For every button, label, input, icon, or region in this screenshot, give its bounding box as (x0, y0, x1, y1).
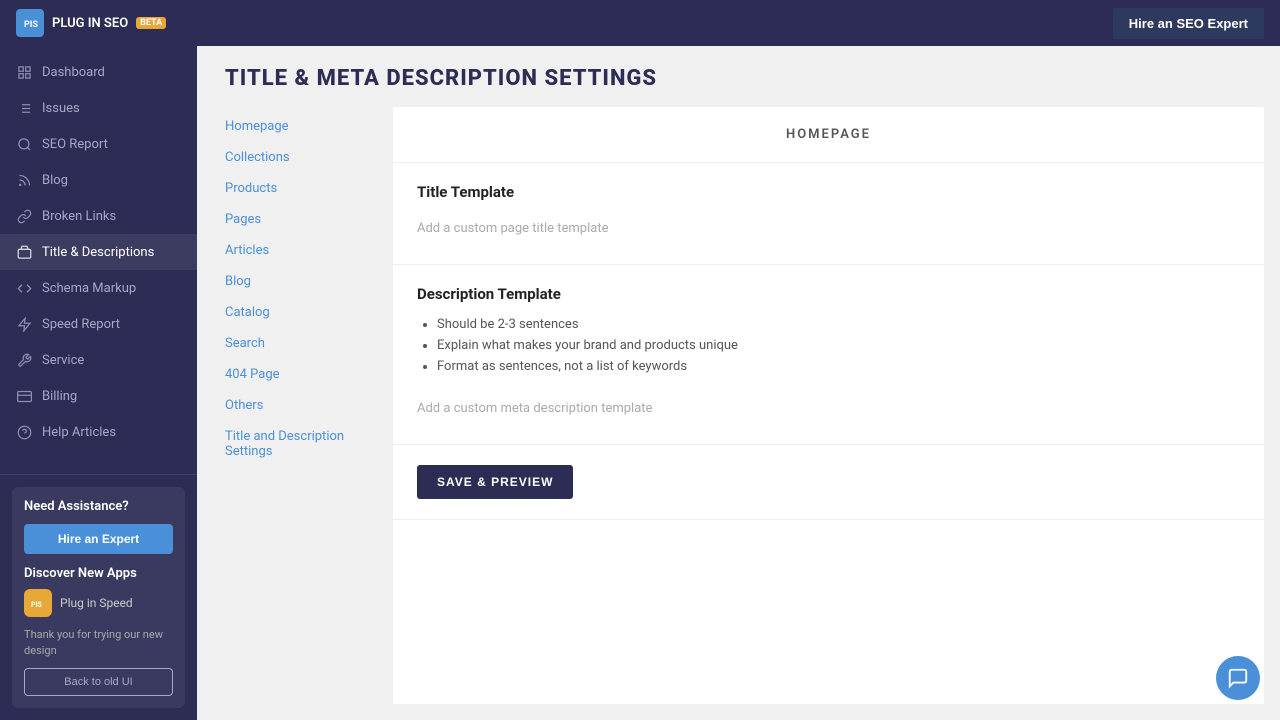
page-title: TITLE & META DESCRIPTION SETTINGS (225, 66, 1252, 91)
logo-text: PLUG IN SEO (52, 16, 128, 31)
assistance-title: Need Assistance? (24, 499, 173, 514)
sub-nav-products[interactable]: Products (213, 173, 393, 204)
description-bullet-2: Explain what makes your brand and produc… (437, 336, 1240, 357)
sidebar-item-label-help-articles: Help Articles (42, 425, 116, 440)
sidebar-item-label-speed-report: Speed Report (42, 317, 120, 332)
sidebar-item-label-broken-links: Broken Links (42, 209, 116, 224)
sidebar-bottom: Need Assistance? Hire an Expert Discover… (0, 474, 197, 720)
sidebar-item-label-seo-report: SEO Report (42, 137, 108, 152)
sidebar-nav: Dashboard Issues SEO R (0, 46, 197, 474)
save-preview-button[interactable]: SAVE & PREVIEW (417, 465, 573, 499)
sidebar-item-label-title-descriptions: Title & Descriptions (42, 245, 154, 260)
sidebar-item-label-billing: Billing (42, 389, 77, 404)
zap-icon (16, 316, 32, 332)
sub-nav-title-description-settings[interactable]: Title and Description Settings (213, 421, 393, 467)
app-item: PIS Plug in Speed (24, 589, 173, 617)
logo-beta-badge: BETA (136, 17, 166, 29)
description-bullet-1: Should be 2-3 sentences (437, 315, 1240, 336)
svg-text:PIS: PIS (31, 601, 43, 609)
sub-nav-catalog[interactable]: Catalog (213, 297, 393, 328)
sidebar-item-schema-markup[interactable]: Schema Markup (0, 270, 197, 306)
description-bullet-3: Format as sentences, not a list of keywo… (437, 357, 1240, 378)
sidebar-item-issues[interactable]: Issues (0, 90, 197, 126)
back-to-old-ui-button[interactable]: Back to old UI (24, 668, 173, 696)
svg-text:PIS: PIS (24, 20, 38, 30)
logo: PIS PLUG IN SEO BETA (16, 9, 166, 37)
description-template-input[interactable]: Add a custom meta description template (417, 393, 1240, 424)
sidebar-item-label-issues: Issues (42, 101, 80, 116)
sidebar-item-label-blog: Blog (42, 173, 68, 188)
tool-icon (16, 352, 32, 368)
content-body: Homepage Collections Products Pages Arti… (197, 107, 1280, 720)
sub-nav-collections[interactable]: Collections (213, 142, 393, 173)
main-panel: HOMEPAGE Title Template Add a custom pag… (393, 107, 1264, 704)
hire-expert-header-button[interactable]: Hire an SEO Expert (1113, 8, 1264, 39)
sidebar-item-blog[interactable]: Blog (0, 162, 197, 198)
tag-icon (16, 244, 32, 260)
list-icon (16, 100, 32, 116)
sidebar-item-broken-links[interactable]: Broken Links (0, 198, 197, 234)
sidebar-item-seo-report[interactable]: SEO Report (0, 126, 197, 162)
sidebar-item-label-service: Service (42, 353, 84, 368)
sub-nav-articles[interactable]: Articles (213, 235, 393, 266)
sub-nav: Homepage Collections Products Pages Arti… (213, 107, 393, 704)
description-bullets: Should be 2-3 sentences Explain what mak… (417, 315, 1240, 377)
page-header: TITLE & META DESCRIPTION SETTINGS (197, 46, 1280, 107)
sidebar-item-title-descriptions[interactable]: Title & Descriptions (0, 234, 197, 270)
sidebar-item-service[interactable]: Service (0, 342, 197, 378)
content-area: TITLE & META DESCRIPTION SETTINGS Homepa… (197, 46, 1280, 720)
search-icon (16, 136, 32, 152)
title-template-section: Title Template Add a custom page title t… (393, 163, 1264, 265)
app-icon: PIS (24, 589, 52, 617)
sub-nav-blog[interactable]: Blog (213, 266, 393, 297)
panel-section-header: HOMEPAGE (393, 107, 1264, 163)
save-section: SAVE & PREVIEW (393, 445, 1264, 520)
sidebar: Dashboard Issues SEO R (0, 46, 197, 720)
sidebar-item-speed-report[interactable]: Speed Report (0, 306, 197, 342)
description-template-heading: Description Template (417, 285, 1240, 303)
sub-nav-others[interactable]: Others (213, 390, 393, 421)
app-name: Plug in Speed (60, 596, 133, 610)
logo-icon: PIS (16, 9, 44, 37)
hire-expert-sidebar-button[interactable]: Hire an Expert (24, 524, 173, 554)
sub-nav-404-page[interactable]: 404 Page (213, 359, 393, 390)
rss-icon (16, 172, 32, 188)
title-template-input[interactable]: Add a custom page title template (417, 213, 1240, 244)
sidebar-item-help-articles[interactable]: Help Articles (0, 414, 197, 450)
discover-title: Discover New Apps (24, 566, 173, 581)
credit-card-icon (16, 388, 32, 404)
sidebar-item-label-dashboard: Dashboard (42, 65, 105, 80)
help-circle-icon (16, 424, 32, 440)
main-layout: Dashboard Issues SEO R (0, 46, 1280, 720)
sub-nav-search[interactable]: Search (213, 328, 393, 359)
link-icon (16, 208, 32, 224)
title-template-heading: Title Template (417, 183, 1240, 201)
thank-you-text: Thank you for trying our new design (24, 627, 173, 658)
app-header: PIS PLUG IN SEO BETA Hire an SEO Expert (0, 0, 1280, 46)
sidebar-item-dashboard[interactable]: Dashboard (0, 54, 197, 90)
sidebar-item-label-schema-markup: Schema Markup (42, 281, 136, 296)
sub-nav-homepage[interactable]: Homepage (213, 111, 393, 142)
code-icon (16, 280, 32, 296)
grid-icon (16, 64, 32, 80)
sub-nav-pages[interactable]: Pages (213, 204, 393, 235)
sidebar-item-billing[interactable]: Billing (0, 378, 197, 414)
assistance-card: Need Assistance? Hire an Expert Discover… (12, 487, 185, 708)
description-template-section: Description Template Should be 2-3 sente… (393, 265, 1264, 445)
chat-button[interactable] (1216, 656, 1260, 700)
